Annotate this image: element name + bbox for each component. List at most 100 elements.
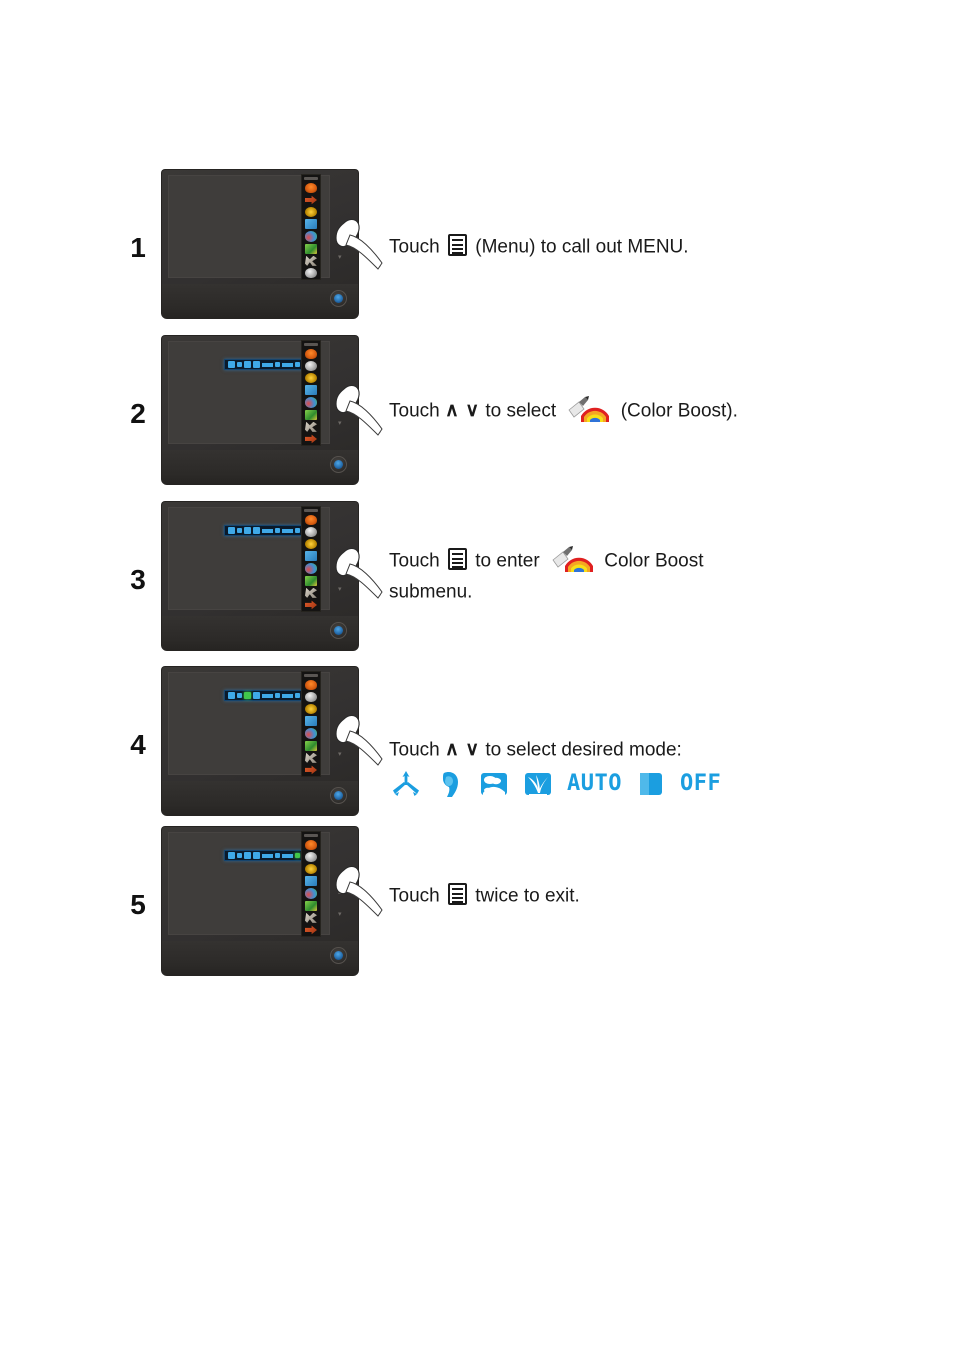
down-caret-icon: ∨ — [465, 400, 481, 421]
monitor-bottom-bezel — [162, 616, 358, 650]
step-instruction: Touch ∧ ∨ to select (Color Boost). — [389, 396, 738, 425]
osd-logo-cap — [304, 674, 318, 677]
instruction-line: submenu. — [389, 577, 704, 606]
monitor-illustration: ▴ ▾ — [162, 502, 358, 650]
monitor-illustration: ▴ ▾ — [162, 827, 358, 975]
osd-submenu-bar — [224, 525, 304, 536]
green-field-icon — [244, 852, 251, 859]
extra-icon — [305, 752, 317, 763]
color-boost-mode-row: AUTO OFF — [391, 769, 721, 799]
luminance-icon — [305, 514, 317, 525]
color-setup-icon — [305, 539, 317, 550]
sky-blue-icon — [253, 361, 260, 368]
osd-logo-cap — [304, 834, 318, 837]
up-arrow-marker: ▴ — [338, 729, 342, 736]
sky-blue-icon — [253, 852, 260, 859]
down-caret-icon: ∨ — [465, 739, 481, 760]
osd-sidebar — [301, 174, 321, 280]
step-number: 2 — [130, 398, 146, 429]
down-arrow-marker: ▾ — [338, 254, 342, 261]
off-icon — [282, 528, 293, 533]
off-label: OFF — [679, 771, 722, 796]
up-arrow-marker: ▴ — [338, 232, 342, 239]
step-instruction: Touch to enter Color Boost submenu. — [389, 546, 704, 607]
instruction-text: Touch — [389, 885, 445, 907]
picture-boost-icon — [305, 575, 317, 586]
monitor-bottom-bezel — [162, 284, 358, 318]
power-button — [330, 787, 347, 804]
extra-icon — [305, 587, 317, 598]
instruction-line: Touch to enter Color Boost — [389, 546, 704, 575]
picture-boost-icon — [305, 243, 317, 254]
osd-sidebar — [301, 671, 321, 777]
up-arrow-marker: ▴ — [338, 564, 342, 571]
menu-icon — [447, 883, 467, 905]
green-field-icon — [481, 773, 507, 795]
instruction-line: Touch twice to exit. — [389, 881, 580, 910]
sky-blue-icon — [253, 692, 260, 699]
color-bar-icon — [275, 693, 280, 698]
instruction-text: to enter — [469, 550, 545, 572]
off-icon — [282, 362, 293, 367]
full-enhance-icon — [228, 361, 235, 368]
step-instruction: Touch twice to exit. — [389, 881, 580, 910]
up-arrow-marker: ▴ — [338, 398, 342, 405]
instruction-line: Touch ∧ ∨ to select desired mode: — [389, 735, 682, 764]
down-arrow-marker: ▾ — [338, 420, 342, 427]
power-button — [330, 290, 347, 307]
color-boost-icon — [565, 396, 611, 424]
instruction-text: Color Boost — [598, 550, 704, 572]
full-enhance-icon — [228, 692, 235, 699]
menu-icon — [447, 548, 467, 570]
selected-item-icon — [305, 360, 317, 372]
down-arrow-marker: ▾ — [338, 751, 342, 758]
instruction-page: 1 ▴ ▾ Touch (Menu) to call out MENU. 2 ▴… — [0, 0, 954, 1350]
color-bar-icon — [275, 362, 280, 367]
nature-skin-icon — [237, 528, 242, 533]
picture-boost-icon — [305, 740, 317, 751]
monitor-illustration: ▴ ▾ — [162, 667, 358, 815]
osd-sidebar — [301, 506, 321, 612]
instruction-text: to select desired mode: — [480, 739, 682, 761]
exit-icon — [305, 765, 317, 775]
instruction-text: Touch — [389, 550, 445, 572]
color-setup-icon — [305, 373, 317, 384]
color-setup-icon — [305, 864, 317, 875]
sky-blue-icon — [253, 527, 260, 534]
nature-skin-icon — [443, 772, 458, 797]
osd-logo-cap — [304, 177, 318, 180]
monitor-bottom-bezel — [162, 781, 358, 815]
color-bar-icon — [639, 773, 662, 795]
instruction-text: Touch — [389, 739, 445, 761]
color-boost-icon — [305, 563, 317, 574]
full-enhance-icon — [228, 852, 235, 859]
off-icon — [282, 693, 293, 698]
instruction-line: Touch (Menu) to call out MENU. — [389, 232, 689, 261]
instruction-text: (Menu) to call out MENU. — [469, 236, 689, 258]
instruction-text: Touch — [389, 236, 445, 258]
luminance-icon — [305, 348, 317, 359]
menu-icon — [447, 234, 467, 256]
image-setup-icon — [305, 716, 317, 727]
auto-detect-icon — [262, 362, 273, 367]
color-boost-icon — [305, 728, 317, 739]
extra-icon — [305, 255, 317, 266]
color-boost-icon — [549, 546, 595, 574]
image-setup-icon — [305, 876, 317, 887]
nature-skin-icon — [237, 362, 242, 367]
auto-detect-icon — [262, 528, 273, 533]
exit-icon — [295, 362, 300, 367]
step-number: 5 — [130, 889, 146, 920]
auto-detect-icon — [262, 693, 273, 698]
image-setup-icon — [305, 551, 317, 562]
exit-icon — [305, 600, 317, 610]
auto-detect-label: AUTO — [567, 771, 622, 796]
instruction-text: Touch — [389, 400, 445, 422]
exit-icon — [305, 267, 317, 279]
color-bar-icon — [275, 853, 280, 858]
nature-skin-icon — [237, 853, 242, 858]
extra-icon — [305, 912, 317, 923]
osd-submenu-bar — [224, 359, 304, 370]
up-arrow-marker: ▴ — [338, 889, 342, 896]
up-caret-icon: ∧ — [444, 739, 460, 760]
